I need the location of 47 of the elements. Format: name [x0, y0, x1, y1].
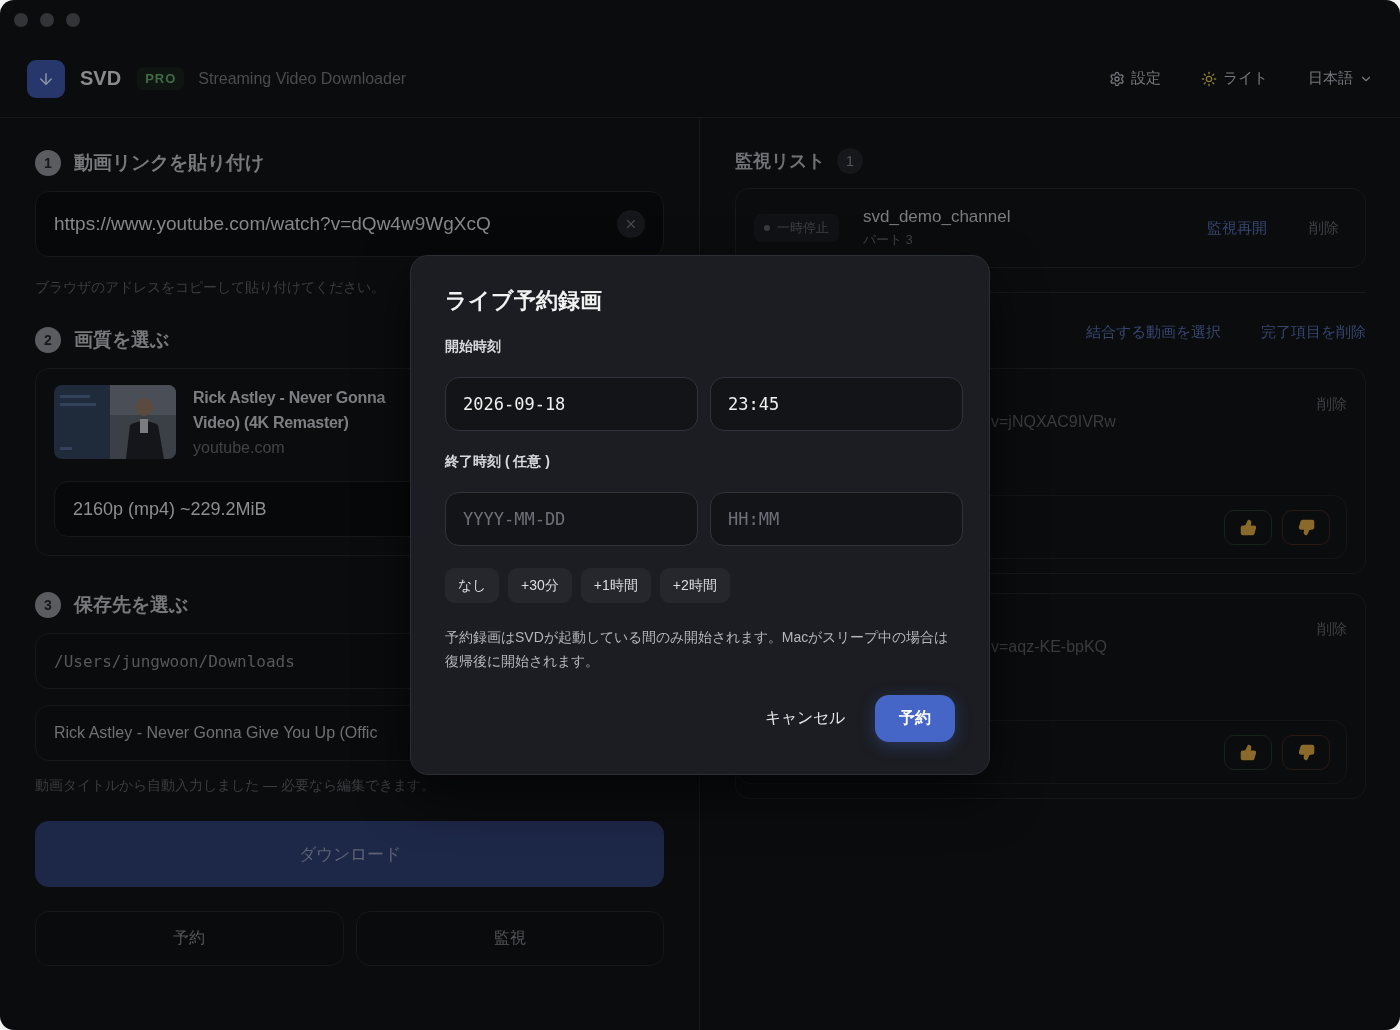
step-title: 保存先を選ぶ	[74, 593, 188, 617]
step-number: 2	[35, 327, 61, 353]
thumbs-down-icon	[1297, 743, 1315, 761]
like-button[interactable]	[1224, 509, 1272, 545]
video-title: Video) (4K Remaster)	[193, 413, 350, 433]
theme-toggle[interactable]: ライト	[1201, 69, 1268, 88]
preset-button[interactable]: +2時間	[659, 568, 730, 603]
status-dot	[764, 225, 770, 231]
field-label: 終了時刻 ( 任意 )	[445, 453, 551, 471]
section-title: 監視リスト	[735, 150, 825, 173]
download-button[interactable]: ダウンロード	[35, 821, 664, 887]
pro-badge: PRO	[137, 67, 185, 90]
dislike-button[interactable]	[1282, 509, 1330, 545]
step-title: 動画リンクを貼り付け	[74, 151, 264, 175]
thumbs-up-icon	[1239, 743, 1257, 761]
app-logo	[27, 59, 65, 98]
thumbs-down-icon	[1297, 518, 1315, 536]
time-field[interactable]: 23:45	[710, 377, 963, 431]
schedule-button[interactable]: 予約	[35, 911, 344, 966]
video-source: youtube.com	[193, 439, 286, 457]
like-button[interactable]	[1224, 734, 1272, 770]
field-label: 開始時刻	[445, 338, 502, 356]
settings-button[interactable]: 設定	[1109, 69, 1161, 88]
time-field[interactable]: HH:MM	[710, 492, 963, 546]
monitor-button[interactable]: 監視	[355, 911, 664, 966]
step-title: 画質を選ぶ	[74, 328, 169, 352]
url-field[interactable]: https://www.youtube.com/watch?v=dQw4w9WgXcQ	[35, 191, 664, 257]
app-subtitle: Streaming Video Downloader	[198, 69, 407, 88]
cancel-button[interactable]: キャンセル	[759, 707, 851, 730]
count-badge: 1	[837, 148, 863, 174]
app-name: SVD	[80, 67, 122, 90]
confirm-button[interactable]: 予約	[875, 695, 955, 742]
thumbs-up-icon	[1239, 518, 1257, 536]
sun-icon	[1201, 70, 1217, 87]
step-number: 1	[35, 150, 61, 176]
step-number: 3	[35, 592, 61, 618]
date-field[interactable]: 2026-09-18	[445, 377, 698, 431]
channel-name: svd_demo_channel	[863, 207, 1012, 227]
dislike-button[interactable]	[1282, 734, 1330, 770]
dialog-title: ライブ予約録画	[445, 287, 603, 315]
video-title: Rick Astley - Never Gonna	[193, 388, 385, 408]
preset-button[interactable]: +1時間	[580, 568, 651, 603]
date-field[interactable]: YYYY-MM-DD	[445, 492, 698, 546]
gear-icon	[1109, 70, 1125, 87]
preset-button[interactable]: +30分	[508, 568, 572, 603]
language-menu[interactable]: 日本語	[1308, 69, 1373, 88]
preset-button[interactable]: なし	[445, 568, 499, 603]
